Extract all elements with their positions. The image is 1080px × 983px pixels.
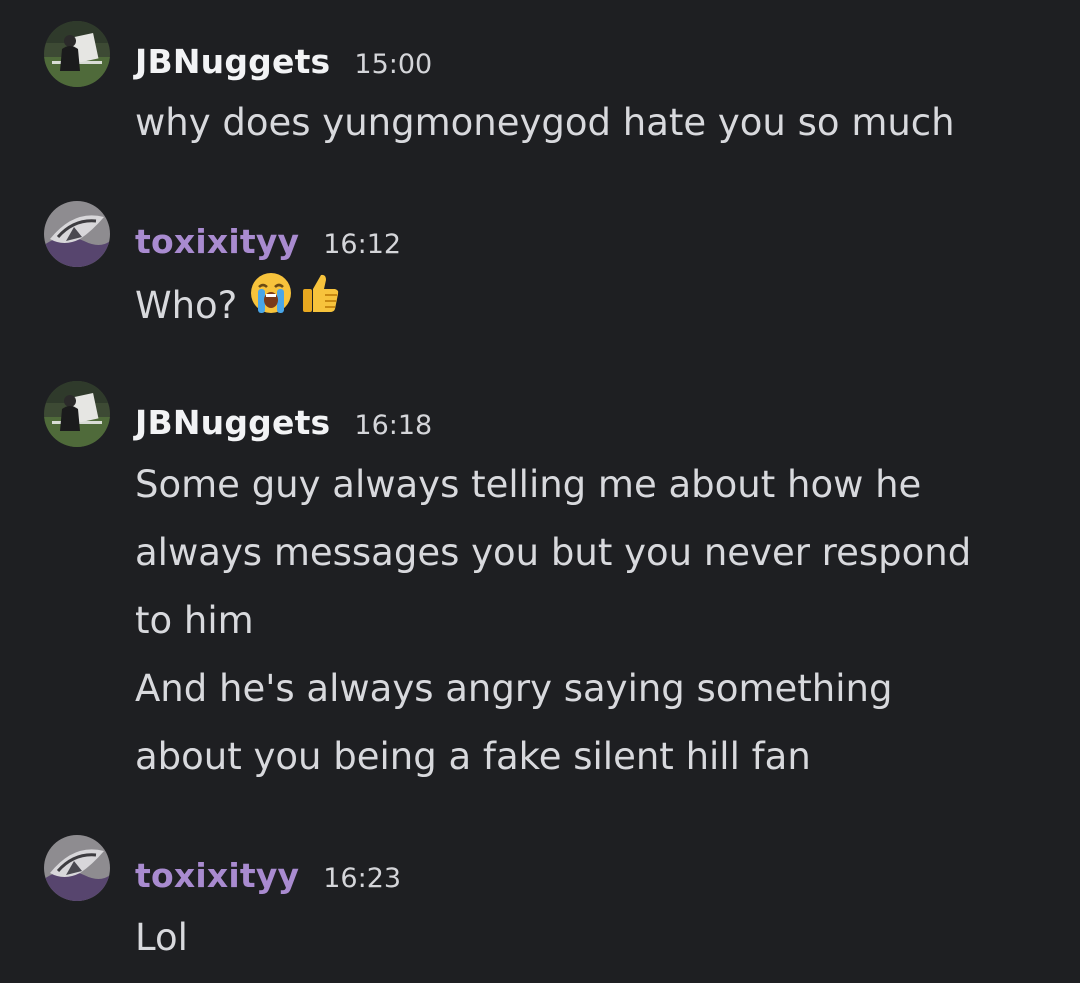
message-header: JBNuggets 16:18 (135, 403, 432, 447)
message-text: why does yungmoneygod hate you so much (135, 101, 955, 144)
timestamp: 16:23 (323, 863, 402, 894)
toxixityy-avatar-icon[interactable] (44, 835, 110, 901)
loudly-crying-face-icon (247, 269, 295, 339)
username[interactable]: JBNuggets (135, 403, 330, 442)
message-content: Some guy always telling me about how he … (135, 451, 1035, 791)
message-text: about you being a fake silent hill fan (135, 735, 811, 778)
thumbs-up-icon (295, 269, 343, 339)
username[interactable]: JBNuggets (135, 42, 330, 81)
message-content: why does yungmoneygod hate you so much (135, 89, 1035, 157)
timestamp: 16:12 (323, 229, 402, 260)
message-content: Who? (135, 272, 1035, 343)
message-text: And he's always angry saying something (135, 667, 893, 710)
message-text-line: Who? (135, 272, 1035, 343)
timestamp: 15:00 (354, 49, 433, 80)
timestamp: 16:18 (354, 410, 433, 441)
message-header: JBNuggets 15:00 (135, 42, 432, 86)
message-text: to him (135, 599, 254, 642)
message-text: Some guy always telling me about how he (135, 463, 922, 506)
message-content: Lol (135, 904, 1035, 972)
message-header: toxixityy 16:23 (135, 856, 401, 900)
message-text: Lol (135, 916, 188, 959)
jbnuggets-avatar-icon[interactable] (44, 21, 110, 87)
message-header: toxixityy 16:12 (135, 222, 401, 266)
message-text: Who? (135, 284, 238, 327)
toxixityy-avatar-icon[interactable] (44, 201, 110, 267)
username[interactable]: toxixityy (135, 856, 299, 895)
jbnuggets-avatar-icon[interactable] (44, 381, 110, 447)
username[interactable]: toxixityy (135, 222, 299, 261)
message-text: always messages you but you never respon… (135, 531, 972, 574)
